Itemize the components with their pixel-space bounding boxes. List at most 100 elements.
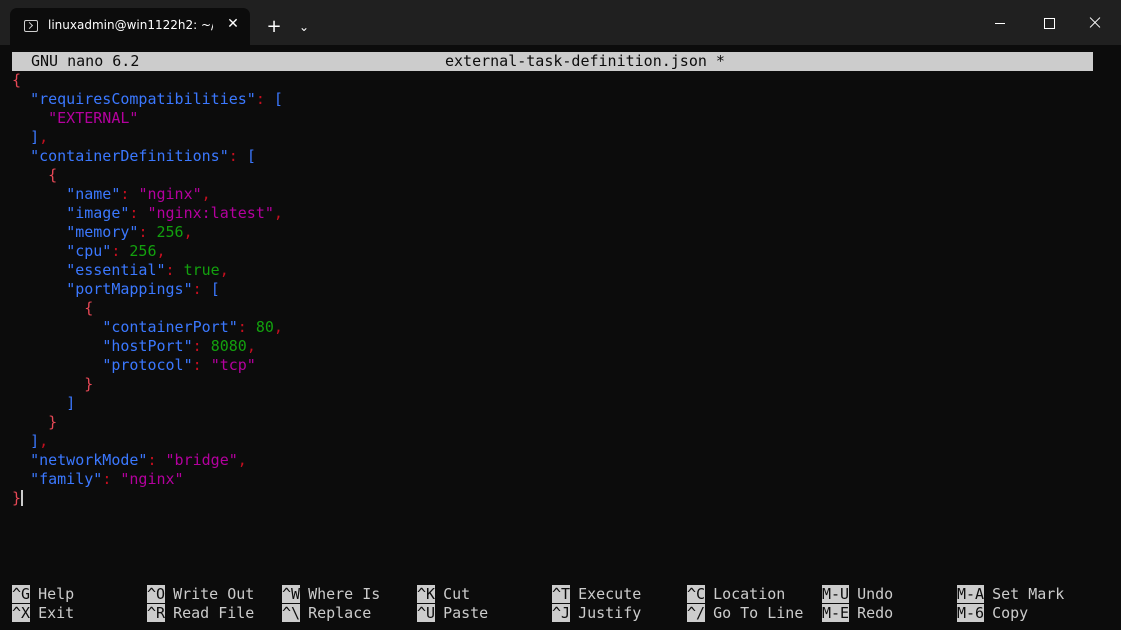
code-line: "name": "nginx", bbox=[12, 185, 1102, 204]
shortcut-key: ^G bbox=[12, 585, 31, 603]
code-token: : bbox=[237, 318, 256, 336]
shortcut-item: ^\ Replace bbox=[282, 604, 417, 623]
shortcut-key: ^W bbox=[282, 585, 301, 603]
code-token: "name" bbox=[66, 185, 121, 203]
chevron-down-icon[interactable]: ⌄ bbox=[296, 17, 312, 37]
minimize-button[interactable] bbox=[977, 10, 1023, 36]
title-bar: linuxadmin@win1122h2: ~/ecs ✕ + ⌄ bbox=[0, 0, 1121, 45]
shortcut-item: ^T Execute bbox=[552, 585, 687, 604]
shortcut-item: M-6 Copy bbox=[957, 604, 1092, 623]
shortcut-label: Write Out bbox=[173, 585, 255, 603]
shortcut-label: Where Is bbox=[308, 585, 381, 603]
shortcut-item: M-A Set Mark bbox=[957, 585, 1092, 604]
code-token: "nginx:latest" bbox=[147, 204, 274, 222]
shortcut-key: ^J bbox=[552, 604, 571, 622]
code-token: , bbox=[39, 432, 49, 450]
code-token: : bbox=[192, 280, 211, 298]
code-token: 256 bbox=[129, 242, 157, 260]
code-token: , bbox=[39, 128, 49, 146]
code-token: "nginx" bbox=[138, 185, 202, 203]
code-token: } bbox=[12, 489, 22, 507]
shortcut-label: Go To Line bbox=[713, 604, 804, 622]
file-name: external-task-definition.json * bbox=[445, 52, 725, 70]
code-token: "image" bbox=[66, 204, 130, 222]
shortcut-key: M-U bbox=[822, 585, 850, 603]
shortcut-key: ^T bbox=[552, 585, 571, 603]
code-token: { bbox=[12, 71, 22, 89]
shortcut-label: Cut bbox=[443, 585, 471, 603]
code-token: { bbox=[84, 299, 94, 317]
shortcut-item: M-U Undo bbox=[822, 585, 957, 604]
code-token: : bbox=[129, 204, 148, 222]
code-token: 8080 bbox=[210, 337, 247, 355]
code-line: "essential": true, bbox=[12, 261, 1102, 280]
code-token: : bbox=[147, 451, 166, 469]
code-token: [ bbox=[246, 147, 256, 165]
shortcut-key: ^R bbox=[147, 604, 166, 622]
shortcut-label: Copy bbox=[992, 604, 1029, 622]
shortcut-key: M-A bbox=[957, 585, 985, 603]
code-token: "memory" bbox=[66, 223, 139, 241]
shortcut-item: ^J Justify bbox=[552, 604, 687, 623]
code-token: , bbox=[219, 261, 229, 279]
shortcut-key: ^K bbox=[417, 585, 436, 603]
shortcut-item: ^X Exit bbox=[12, 604, 147, 623]
code-token: "protocol" bbox=[102, 356, 193, 374]
editor-text-area[interactable]: { "requiresCompatibilities": [ "EXTERNAL… bbox=[12, 71, 1102, 511]
shortcut-key: ^U bbox=[417, 604, 436, 622]
code-line: { bbox=[12, 166, 1102, 185]
code-line: "family": "nginx" bbox=[12, 470, 1102, 489]
code-token: , bbox=[246, 337, 256, 355]
shortcut-item: ^U Paste bbox=[417, 604, 552, 623]
new-tab-button[interactable]: + bbox=[264, 17, 284, 37]
code-token: "requiresCompatibilities" bbox=[30, 90, 256, 108]
code-token: : bbox=[192, 356, 211, 374]
shortcut-label: Read File bbox=[173, 604, 255, 622]
close-window-button[interactable] bbox=[1072, 10, 1118, 36]
code-token: "hostPort" bbox=[102, 337, 193, 355]
code-token: : bbox=[120, 185, 139, 203]
code-line: { bbox=[12, 71, 1102, 90]
code-line: "networkMode": "bridge", bbox=[12, 451, 1102, 470]
code-line: } bbox=[12, 375, 1102, 394]
code-token: "cpu" bbox=[66, 242, 112, 260]
code-token: , bbox=[156, 242, 166, 260]
code-line: "cpu": 256, bbox=[12, 242, 1102, 261]
code-line: "image": "nginx:latest", bbox=[12, 204, 1102, 223]
code-line: "hostPort": 8080, bbox=[12, 337, 1102, 356]
shortcut-item: ^K Cut bbox=[417, 585, 552, 604]
code-token: } bbox=[84, 375, 94, 393]
terminal-tab[interactable]: linuxadmin@win1122h2: ~/ecs ✕ bbox=[10, 8, 250, 45]
shortcut-key: ^O bbox=[147, 585, 166, 603]
shortcut-label: Redo bbox=[857, 604, 894, 622]
tab-close-button[interactable]: ✕ bbox=[224, 15, 242, 33]
code-token: , bbox=[273, 204, 283, 222]
code-token: : bbox=[255, 90, 274, 108]
code-token: 256 bbox=[156, 223, 184, 241]
code-line: } bbox=[12, 413, 1102, 432]
code-line: "containerDefinitions": [ bbox=[12, 147, 1102, 166]
code-token: { bbox=[48, 166, 58, 184]
maximize-button[interactable] bbox=[1026, 10, 1072, 36]
code-line: "containerPort": 80, bbox=[12, 318, 1102, 337]
code-line: "EXTERNAL" bbox=[12, 109, 1102, 128]
shortcut-label: Help bbox=[38, 585, 75, 603]
code-line: "memory": 256, bbox=[12, 223, 1102, 242]
shortcut-key: ^C bbox=[687, 585, 706, 603]
code-line: { bbox=[12, 299, 1102, 318]
code-token: : bbox=[192, 337, 211, 355]
shortcut-label: Replace bbox=[308, 604, 372, 622]
shortcut-key: ^/ bbox=[687, 604, 706, 622]
shortcut-item: ^C Location bbox=[687, 585, 822, 604]
code-line: } bbox=[12, 489, 1102, 508]
